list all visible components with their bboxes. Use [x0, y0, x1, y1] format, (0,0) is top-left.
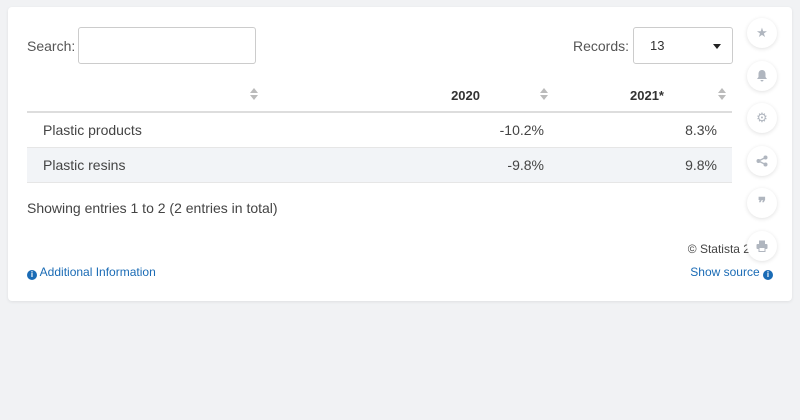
cell-2020: -10.2%	[262, 112, 558, 148]
cell-2021: 9.8%	[558, 147, 732, 183]
star-icon[interactable]: ★	[747, 18, 777, 48]
entries-count: Showing entries 1 to 2 (2 entries in tot…	[27, 200, 278, 216]
quote-icon[interactable]: ❞	[747, 188, 777, 218]
sort-icon	[540, 88, 548, 102]
additional-info-link[interactable]: i Additional Information	[27, 265, 156, 280]
records-value: 13	[650, 38, 665, 53]
search-input[interactable]	[78, 27, 256, 64]
records-label: Records:	[573, 38, 630, 54]
side-toolbar: ★ ⚙ ❞	[747, 18, 777, 273]
share-icon[interactable]	[747, 145, 777, 176]
data-table: 2020 2021* Plastic products -10.2% 8.3% …	[27, 78, 732, 183]
bell-icon[interactable]	[747, 60, 777, 91]
row-label: Plastic resins	[27, 147, 262, 183]
row-label: Plastic products	[27, 112, 262, 148]
gear-icon[interactable]: ⚙	[747, 103, 777, 133]
info-icon: i	[27, 270, 37, 280]
sort-icon	[250, 88, 258, 102]
records-select[interactable]: 13	[633, 27, 733, 64]
search-label: Search:	[27, 38, 76, 54]
column-header-name[interactable]	[27, 78, 262, 113]
caret-down-icon	[713, 44, 721, 49]
column-header-2020[interactable]: 2020	[262, 78, 558, 113]
column-header-2021[interactable]: 2021*	[558, 78, 732, 113]
table-row: Plastic resins -9.8% 9.8%	[27, 147, 732, 183]
cell-2020: -9.8%	[262, 147, 558, 183]
print-icon[interactable]	[747, 230, 777, 261]
cell-2021: 8.3%	[558, 112, 732, 148]
table-row: Plastic products -10.2% 8.3%	[27, 112, 732, 148]
sort-icon	[718, 88, 726, 102]
